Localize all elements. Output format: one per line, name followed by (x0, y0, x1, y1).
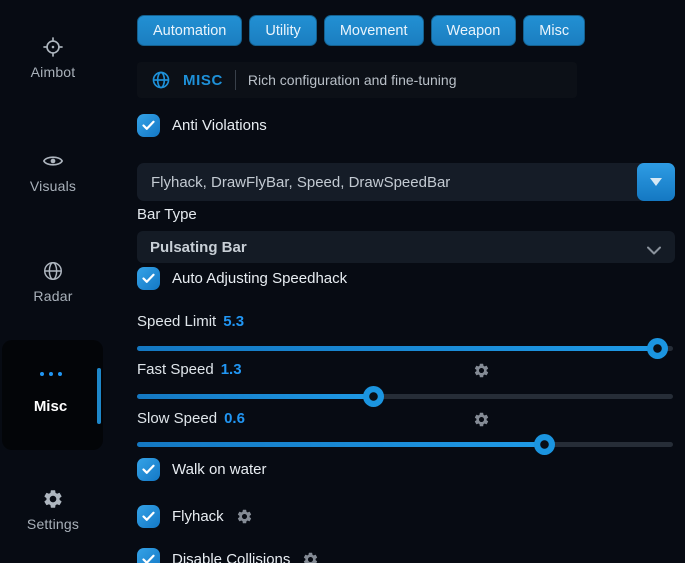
tab-utility[interactable]: Utility (249, 15, 316, 46)
speed-limit-slider[interactable] (137, 338, 673, 358)
divider (235, 70, 236, 90)
section-header: MISC Rich configuration and fine-tuning (137, 62, 577, 98)
slider-fill (137, 394, 373, 399)
globe-icon (42, 260, 64, 282)
multiselect-value: Flyhack, DrawFlyBar, Speed, DrawSpeedBar (137, 174, 450, 191)
select-value: Pulsating Bar (137, 239, 247, 256)
checkbox-label: Flyhack (172, 508, 224, 525)
bar-type-select[interactable]: Pulsating Bar (137, 231, 675, 263)
globe-icon (151, 70, 171, 90)
disable-collisions-checkbox-row[interactable]: Disable Collisions (137, 548, 319, 563)
slider-value: 0.6 (224, 410, 245, 427)
slider-thumb[interactable] (363, 386, 384, 407)
tab-automation[interactable]: Automation (137, 15, 242, 46)
slow-speed-label-row: Slow Speed 0.6 (137, 410, 245, 427)
sidebar-item-settings[interactable]: Settings (0, 488, 106, 534)
sidebar-item-misc[interactable]: Misc (2, 340, 103, 450)
slider-thumb[interactable] (534, 434, 555, 455)
sidebar-label: Settings (27, 516, 79, 532)
anti-violations-checkbox-row[interactable]: Anti Violations (137, 114, 267, 137)
sidebar-item-radar[interactable]: Radar (0, 260, 106, 306)
crosshair-icon (42, 36, 64, 58)
checkbox-label: Walk on water (172, 461, 266, 478)
ellipsis-icon (2, 372, 99, 376)
active-indicator (97, 368, 101, 424)
checkbox[interactable] (137, 114, 160, 137)
gear-icon (42, 488, 64, 510)
slow-speed-slider[interactable] (137, 434, 673, 454)
dropdown-open-button[interactable] (637, 163, 675, 201)
speed-limit-label-row: Speed Limit 5.3 (137, 313, 244, 330)
eye-icon (42, 150, 64, 172)
sidebar-label: Aimbot (31, 64, 76, 80)
checkbox[interactable] (137, 505, 160, 528)
slider-label: Speed Limit (137, 313, 216, 330)
slider-fill (137, 346, 657, 351)
bar-multiselect[interactable]: Flyhack, DrawFlyBar, Speed, DrawSpeedBar (137, 163, 675, 201)
checkbox[interactable] (137, 458, 160, 481)
chevron-down-icon (647, 242, 661, 260)
slider-value: 1.3 (221, 361, 242, 378)
fast-speed-label-row: Fast Speed 1.3 (137, 361, 242, 378)
sidebar-item-aimbot[interactable]: Aimbot (0, 36, 106, 82)
checkbox-label: Anti Violations (172, 117, 267, 134)
slider-fill (137, 442, 544, 447)
tab-misc[interactable]: Misc (523, 15, 585, 46)
slider-thumb[interactable] (647, 338, 668, 359)
gear-icon[interactable] (302, 551, 319, 563)
sidebar-item-visuals[interactable]: Visuals (0, 150, 106, 196)
sidebar-label: Misc (2, 398, 99, 415)
slider-label: Fast Speed (137, 361, 214, 378)
checkbox-label: Disable Collisions (172, 551, 290, 563)
walk-on-water-checkbox-row[interactable]: Walk on water (137, 458, 266, 481)
slider-value: 5.3 (223, 313, 244, 330)
bar-type-label: Bar Type (137, 206, 197, 223)
section-subtitle: Rich configuration and fine-tuning (248, 72, 457, 88)
auto-adjusting-checkbox-row[interactable]: Auto Adjusting Speedhack (137, 267, 347, 290)
gear-icon[interactable] (236, 508, 253, 525)
sidebar: Aimbot Visuals Radar Misc (0, 0, 106, 563)
checkbox-label: Auto Adjusting Speedhack (172, 270, 347, 287)
sidebar-label: Radar (33, 288, 72, 304)
checkbox[interactable] (137, 548, 160, 563)
gear-icon[interactable] (473, 411, 490, 428)
gear-icon[interactable] (473, 362, 490, 379)
fast-speed-slider[interactable] (137, 386, 673, 406)
section-title: MISC (183, 72, 223, 89)
sidebar-label: Visuals (30, 178, 76, 194)
tab-weapon[interactable]: Weapon (431, 15, 517, 46)
slider-label: Slow Speed (137, 410, 217, 427)
main-panel: Automation Utility Movement Weapon Misc … (137, 0, 675, 563)
tab-movement[interactable]: Movement (324, 15, 424, 46)
triangle-down-icon (650, 178, 662, 186)
category-tabs: Automation Utility Movement Weapon Misc (137, 15, 585, 46)
checkbox[interactable] (137, 267, 160, 290)
flyhack-checkbox-row[interactable]: Flyhack (137, 505, 253, 528)
